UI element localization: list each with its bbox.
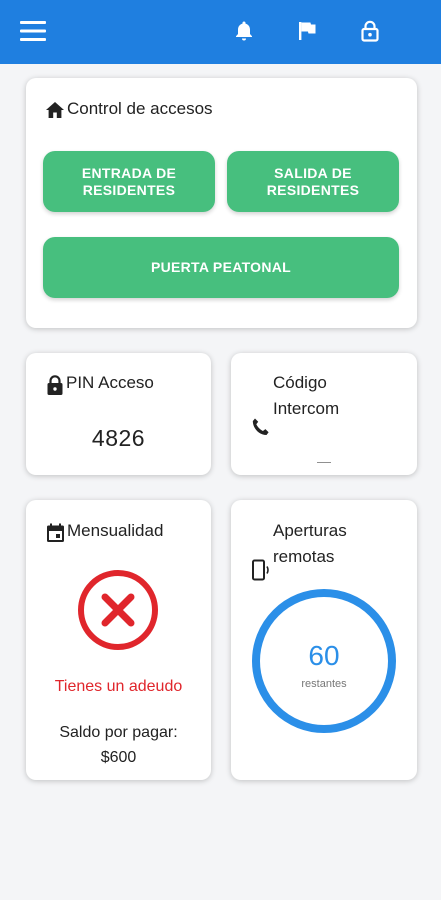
access-control-card: Control de accesos ENTRADA DE RESIDENTES… bbox=[26, 78, 417, 328]
pin-value: 4826 bbox=[91, 425, 146, 451]
pin-title: PIN Acceso bbox=[66, 373, 154, 392]
phone-icon bbox=[251, 386, 273, 445]
intercom-card: Código Intercom — bbox=[231, 353, 417, 475]
remote-openings-title: Aperturas remotas bbox=[273, 521, 347, 566]
balance-due: Saldo por pagar: $600 bbox=[26, 720, 211, 770]
monthly-fee-header: Mensualidad bbox=[46, 518, 163, 551]
bell-icon[interactable] bbox=[229, 16, 259, 46]
access-control-title: Control de accesos bbox=[67, 99, 213, 118]
flag-icon[interactable] bbox=[292, 16, 322, 46]
monthly-fee-card: Mensualidad Tienes un adeudo Saldo por p… bbox=[26, 500, 211, 780]
resident-entry-button[interactable]: ENTRADA DE RESIDENTES bbox=[43, 151, 215, 212]
calendar-icon bbox=[46, 518, 67, 551]
access-control-header: Control de accesos bbox=[45, 96, 213, 127]
remaining-openings-count: 60 bbox=[308, 640, 340, 671]
home-icon bbox=[45, 96, 67, 127]
pin-card: PIN Acceso 4826 bbox=[26, 353, 211, 475]
balance-label: Saldo por pagar: bbox=[59, 724, 178, 741]
top-app-bar bbox=[0, 0, 441, 64]
intercom-title: Código Intercom bbox=[273, 373, 340, 418]
pin-header: PIN Acceso bbox=[46, 370, 154, 404]
remote-openings-header: Aperturas remotas bbox=[251, 518, 347, 589]
lock-icon[interactable] bbox=[355, 16, 385, 46]
error-x-icon bbox=[76, 568, 160, 657]
phone-device-icon bbox=[251, 528, 273, 589]
menu-icon[interactable] bbox=[18, 16, 48, 46]
intercom-code-value: — bbox=[317, 453, 331, 469]
pedestrian-gate-button[interactable]: PUERTA PEATONAL bbox=[43, 237, 399, 298]
resident-exit-button[interactable]: SALIDA DE RESIDENTES bbox=[227, 151, 399, 212]
balance-value: $600 bbox=[100, 749, 137, 766]
remote-openings-card: Aperturas remotas 60 restantes bbox=[231, 500, 417, 780]
monthly-fee-title: Mensualidad bbox=[67, 521, 164, 540]
debt-message: Tienes un adeudo bbox=[54, 678, 183, 695]
remaining-openings-label: restantes bbox=[301, 678, 347, 690]
padlock-icon bbox=[46, 370, 66, 404]
intercom-header: Código Intercom bbox=[251, 370, 339, 445]
